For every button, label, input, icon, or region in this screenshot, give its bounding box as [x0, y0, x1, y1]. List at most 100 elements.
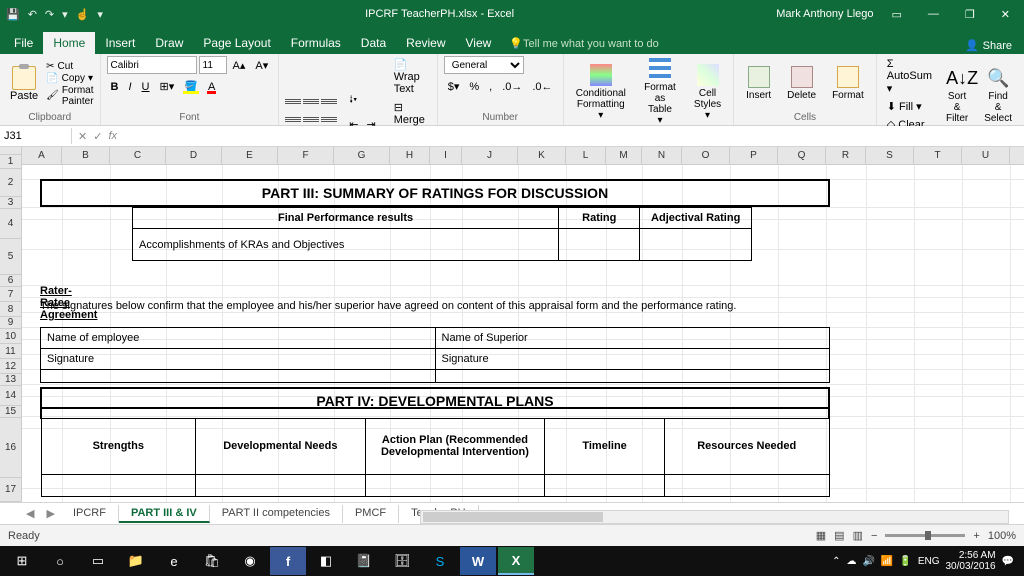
orientation-button[interactable]: ⭭▾ — [345, 89, 379, 112]
fx-cancel-icon[interactable]: ✕ — [78, 130, 87, 143]
format-painter-button[interactable]: 🖌 Format Painter — [46, 85, 93, 107]
percent-button[interactable]: % — [465, 79, 483, 95]
col-header-D[interactable]: D — [166, 147, 222, 164]
row-header-3[interactable]: 3 — [0, 197, 21, 209]
delete-cells-button[interactable]: Delete — [781, 64, 822, 103]
row-header-6[interactable]: 6 — [0, 275, 21, 287]
vertical-align[interactable] — [285, 95, 337, 109]
tray-network-icon[interactable]: 📶 — [881, 556, 893, 567]
tab-draw[interactable]: Draw — [145, 32, 193, 54]
touch-icon[interactable]: ☝ — [76, 8, 90, 21]
row-header-16[interactable]: 16 — [0, 418, 21, 478]
decrease-decimal-icon[interactable]: .0← — [528, 79, 556, 95]
row-header-11[interactable]: 11 — [0, 344, 21, 359]
tray-volume-icon[interactable]: 🔊 — [862, 556, 874, 567]
store-icon[interactable]: 🛍 — [194, 547, 230, 575]
tray-clock[interactable]: 2:56 AM 30/03/2016 — [945, 550, 995, 572]
col-header-J[interactable]: J — [462, 147, 518, 164]
rating-cell[interactable] — [559, 229, 640, 261]
minimize-icon[interactable]: — — [920, 6, 947, 22]
qat-icon[interactable]: ▾ — [62, 8, 68, 21]
col-header-O[interactable]: O — [682, 147, 730, 164]
sheet-tab[interactable]: PMCF — [343, 505, 399, 523]
col-header-G[interactable]: G — [334, 147, 390, 164]
save-icon[interactable]: 💾 — [6, 8, 20, 21]
tab-review[interactable]: Review — [396, 32, 455, 54]
col-header-Q[interactable]: Q — [778, 147, 826, 164]
row-header-10[interactable]: 10 — [0, 329, 21, 344]
col-header-H[interactable]: H — [390, 147, 430, 164]
row-header-14[interactable]: 14 — [0, 386, 21, 406]
facebook-icon[interactable]: f — [270, 547, 306, 575]
row-header-5[interactable]: 5 — [0, 239, 21, 275]
tab-formulas[interactable]: Formulas — [281, 32, 351, 54]
col-header-A[interactable]: A — [22, 147, 62, 164]
col-header-B[interactable]: B — [62, 147, 110, 164]
maximize-icon[interactable]: ❐ — [957, 6, 983, 23]
tab-file[interactable]: File — [4, 32, 43, 54]
col-header-U[interactable]: U — [962, 147, 1010, 164]
italic-button[interactable]: I — [124, 79, 135, 95]
view-page-layout-icon[interactable]: ▤ — [834, 529, 844, 542]
undo-icon[interactable]: ↶ — [28, 8, 37, 21]
zoom-level[interactable]: 100% — [988, 530, 1016, 542]
col-header-S[interactable]: S — [866, 147, 914, 164]
col-header-E[interactable]: E — [222, 147, 278, 164]
increase-font-icon[interactable]: A▴ — [229, 57, 250, 74]
row-header-4[interactable]: 4 — [0, 209, 21, 239]
qat-more-icon[interactable]: ▾ — [97, 8, 103, 21]
sheet-tab[interactable]: PART II competencies — [210, 505, 343, 523]
name-employee-cell[interactable]: Name of employee — [41, 328, 436, 349]
adj-rating-cell[interactable] — [640, 229, 752, 261]
number-format-select[interactable]: General — [444, 56, 524, 74]
border-button[interactable]: ⊞▾ — [156, 78, 179, 95]
sig-superior-cell[interactable]: Signature — [435, 349, 830, 370]
fx-enter-icon[interactable]: ✓ — [93, 130, 102, 143]
close-icon[interactable]: ✕ — [993, 6, 1018, 23]
select-all-corner[interactable] — [0, 147, 22, 155]
col-header-L[interactable]: L — [566, 147, 606, 164]
row-header-7[interactable]: 7 — [0, 287, 21, 302]
col-header-N[interactable]: N — [642, 147, 682, 164]
zoom-slider[interactable] — [885, 534, 965, 537]
file-explorer-icon[interactable]: 📁 — [118, 547, 154, 575]
paste-button[interactable]: Paste — [6, 64, 42, 104]
row-header-9[interactable]: 9 — [0, 317, 21, 329]
horizontal-scrollbar[interactable] — [420, 510, 1009, 524]
underline-button[interactable]: U — [138, 79, 154, 95]
edge-icon[interactable]: e — [156, 547, 192, 575]
font-color-button[interactable]: A — [204, 79, 219, 95]
share-button[interactable]: 👤 Share — [957, 37, 1020, 54]
col-header-C[interactable]: C — [110, 147, 166, 164]
column-headers[interactable]: ABCDEFGHIJKLMNOPQRSTU — [22, 147, 1024, 165]
decrease-font-icon[interactable]: A▾ — [251, 57, 272, 74]
font-size-select[interactable] — [199, 56, 227, 74]
username-label[interactable]: Mark Anthony Llego — [776, 8, 873, 20]
autosum-button[interactable]: Σ AutoSum ▾ — [883, 56, 936, 97]
format-cells-button[interactable]: Format — [826, 64, 870, 103]
row-header-8[interactable]: 8 — [0, 302, 21, 317]
tab-view[interactable]: View — [456, 32, 502, 54]
zoom-in-icon[interactable]: + — [973, 530, 979, 542]
fx-icon[interactable]: fx — [108, 130, 117, 142]
insert-cells-button[interactable]: Insert — [740, 64, 777, 103]
col-header-F[interactable]: F — [278, 147, 334, 164]
sheet-nav-prev-icon[interactable]: ◀ — [20, 505, 40, 522]
row-header-12[interactable]: 12 — [0, 359, 21, 374]
task-view-icon[interactable]: ▭ — [80, 547, 116, 575]
tray-notifications-icon[interactable]: 💬 — [1002, 556, 1014, 567]
view-page-break-icon[interactable]: ▥ — [853, 529, 863, 542]
wrap-text-button[interactable]: 📄 Wrap Text — [390, 56, 431, 97]
tab-home[interactable]: Home — [43, 32, 95, 54]
app2-icon[interactable]: 📓 — [346, 547, 382, 575]
sheet-tab[interactable]: PART III & IV — [119, 505, 210, 523]
font-name-select[interactable] — [107, 56, 197, 74]
tab-page-layout[interactable]: Page Layout — [193, 32, 280, 54]
sheet-tab[interactable]: IPCRF — [61, 505, 119, 523]
table-row[interactable] — [41, 474, 196, 496]
conditional-formatting-button[interactable]: Conditional Formatting ▾ — [570, 62, 632, 123]
comma-button[interactable]: , — [485, 79, 496, 95]
col-header-I[interactable]: I — [430, 147, 462, 164]
start-button[interactable]: ⊞ — [4, 547, 40, 575]
sig-employee-cell[interactable]: Signature — [41, 349, 436, 370]
